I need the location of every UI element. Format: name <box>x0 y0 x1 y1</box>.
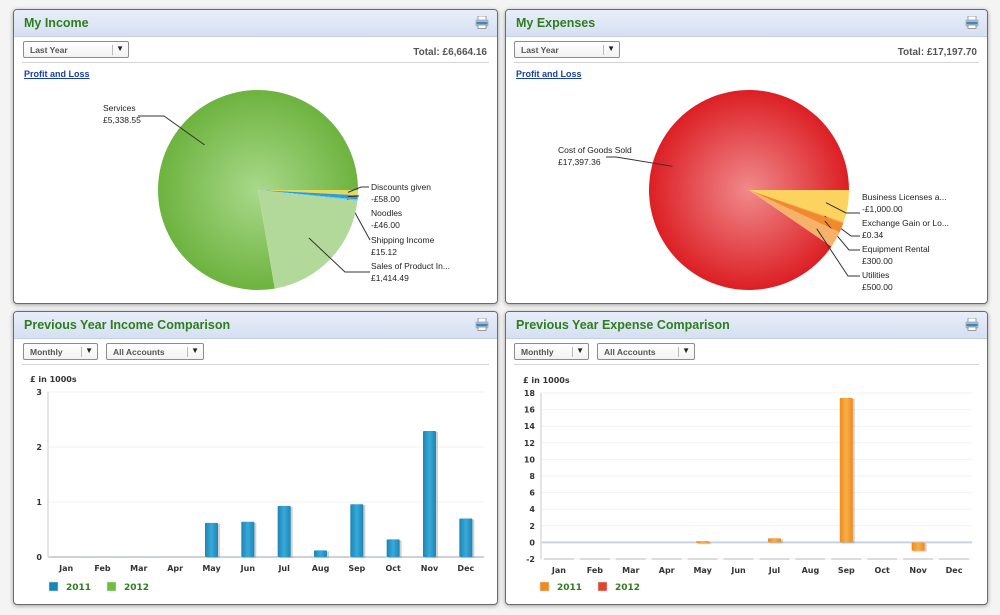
pie-label-name: Cost of Goods Sold <box>558 145 632 155</box>
x-tick-label: Feb <box>587 566 604 575</box>
x-tick-label: Dec <box>946 566 963 575</box>
x-tick-label: Mar <box>130 564 147 573</box>
y-axis-label: £ in 1000s <box>523 376 570 385</box>
expenses-panel: My Expenses Last Year ▼ Total: £17,197.7… <box>505 9 988 304</box>
income-panel: My Income Last Year ▼ Total: £6,664.16 P… <box>13 9 498 304</box>
legend-label[interactable]: 2012 <box>615 583 640 593</box>
legend-label[interactable]: 2011 <box>557 583 582 593</box>
x-tick-label: Dec <box>457 564 474 573</box>
legend-swatch[interactable] <box>48 581 59 592</box>
y-tick-label: 12 <box>524 439 535 448</box>
x-tick-label: Sep <box>838 566 855 575</box>
y-tick-label: -2 <box>526 555 535 564</box>
bar[interactable] <box>911 542 925 551</box>
x-tick-label: Oct <box>385 564 401 573</box>
x-tick-label: Apr <box>167 564 183 573</box>
bar[interactable] <box>839 397 853 543</box>
legend-swatch[interactable] <box>597 581 608 592</box>
y-axis-label: £ in 1000s <box>30 375 77 384</box>
bar[interactable] <box>423 431 436 557</box>
pie-label-name: Shipping Income <box>371 235 435 245</box>
pie-label-value: -£58.00 <box>371 194 400 204</box>
pie-label-name: Equipment Rental <box>862 244 930 254</box>
expense-comparison-panel: Previous Year Expense Comparison Monthly… <box>505 311 988 605</box>
x-tick-label: Jun <box>240 564 256 573</box>
y-tick-label: 3 <box>36 388 42 397</box>
pie-label-value: £0.34 <box>862 230 884 240</box>
x-tick-label: Jan <box>58 564 73 573</box>
pie-leader-line <box>347 195 360 198</box>
y-tick-label: 2 <box>529 522 535 531</box>
x-tick-label: May <box>202 564 221 573</box>
legend-swatch[interactable] <box>106 581 117 592</box>
pie-label-value: -£46.00 <box>371 220 400 230</box>
bar[interactable] <box>277 505 291 557</box>
bar[interactable] <box>459 518 473 558</box>
bar[interactable] <box>696 541 710 544</box>
pie-slice[interactable] <box>258 190 358 289</box>
bar[interactable] <box>386 539 400 557</box>
y-tick-label: 18 <box>524 389 536 398</box>
pie-label-value: £5,338.55 <box>103 115 141 125</box>
x-tick-label: Oct <box>875 566 891 575</box>
x-tick-label: Jul <box>277 564 290 573</box>
x-tick-label: Feb <box>94 564 111 573</box>
y-tick-label: 10 <box>524 455 536 464</box>
y-tick-label: 6 <box>529 489 535 498</box>
bar[interactable] <box>350 504 364 557</box>
y-tick-label: 2 <box>36 443 42 452</box>
pie-label-name: Exchange Gain or Lo... <box>862 218 949 228</box>
pie-label-value: £1,414.49 <box>371 273 409 283</box>
x-tick-label: Aug <box>802 566 820 575</box>
x-tick-label: Jun <box>730 566 746 575</box>
pie-label-name: Business Licenses a... <box>862 192 947 202</box>
pie-label-name: Discounts given <box>371 182 431 192</box>
pie-label-value: £15.12 <box>371 247 397 257</box>
bar[interactable] <box>314 550 327 557</box>
expenses-pie-chart: Cost of Goods Sold £17,397.36 Business Lic… <box>558 89 949 292</box>
legend-label[interactable]: 2011 <box>66 583 91 593</box>
expense-bar-chart: £ in 1000s -2 0 2 4 6 8 10 12 14 16 18 Jan Feb Mar Apr M… <box>523 376 972 593</box>
x-tick-label: May <box>693 566 712 575</box>
income-bar-chart: £ in 1000s 0 1 2 3 Jan Feb Mar Apr May Jun Jul Aug Se… <box>30 375 484 593</box>
bar[interactable] <box>205 522 218 557</box>
bar[interactable] <box>767 538 781 543</box>
legend-label[interactable]: 2012 <box>124 583 149 593</box>
x-tick-label: Nov <box>421 564 439 573</box>
pie-label-name: Sales of Product In... <box>371 261 450 271</box>
x-tick-label: Mar <box>622 566 639 575</box>
y-tick-label: 16 <box>524 406 536 415</box>
y-tick-label: 4 <box>529 505 535 514</box>
x-tick-label: Jul <box>768 566 781 575</box>
x-tick-label: Sep <box>348 564 365 573</box>
x-tick-label: Apr <box>659 566 675 575</box>
y-tick-label: 8 <box>529 472 535 481</box>
y-tick-label: 14 <box>524 422 536 431</box>
x-tick-label: Nov <box>909 566 927 575</box>
pie-label-value: -£1,000.00 <box>862 204 903 214</box>
income-pie-chart: Services £5,338.55 Discounts given -£58.00 N… <box>103 89 450 290</box>
pie-label-value: £300.00 <box>862 256 893 266</box>
y-tick-label: 0 <box>36 553 42 562</box>
pie-label-name: Services <box>103 103 136 113</box>
pie-label-value: £500.00 <box>862 282 893 292</box>
y-tick-label: 0 <box>529 538 535 547</box>
legend-swatch[interactable] <box>539 581 550 592</box>
x-tick-label: Aug <box>312 564 330 573</box>
income-comparison-panel: Previous Year Income Comparison Monthly … <box>13 311 498 605</box>
y-tick-label: 1 <box>36 498 42 507</box>
bar[interactable] <box>241 521 255 557</box>
pie-label-value: £17,397.36 <box>558 157 601 167</box>
pie-label-name: Noodles <box>371 208 402 218</box>
x-tick-label: Jan <box>551 566 566 575</box>
pie-label-name: Utilities <box>862 270 889 280</box>
